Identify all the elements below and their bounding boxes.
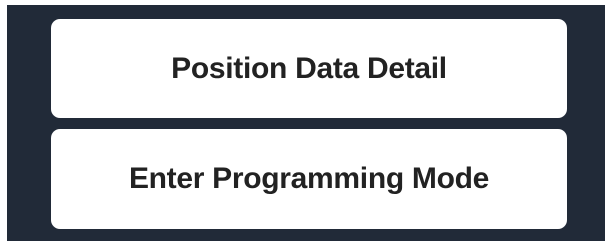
position-data-detail-label: Position Data Detail [171,51,447,85]
position-data-detail-button[interactable]: Position Data Detail [51,19,567,118]
enter-programming-mode-label: Enter Programming Mode [128,162,490,195]
menu-panel: Position Data Detail Enter Programming M… [7,5,605,241]
enter-programming-mode-button[interactable]: Enter Programming Mode [51,129,567,229]
